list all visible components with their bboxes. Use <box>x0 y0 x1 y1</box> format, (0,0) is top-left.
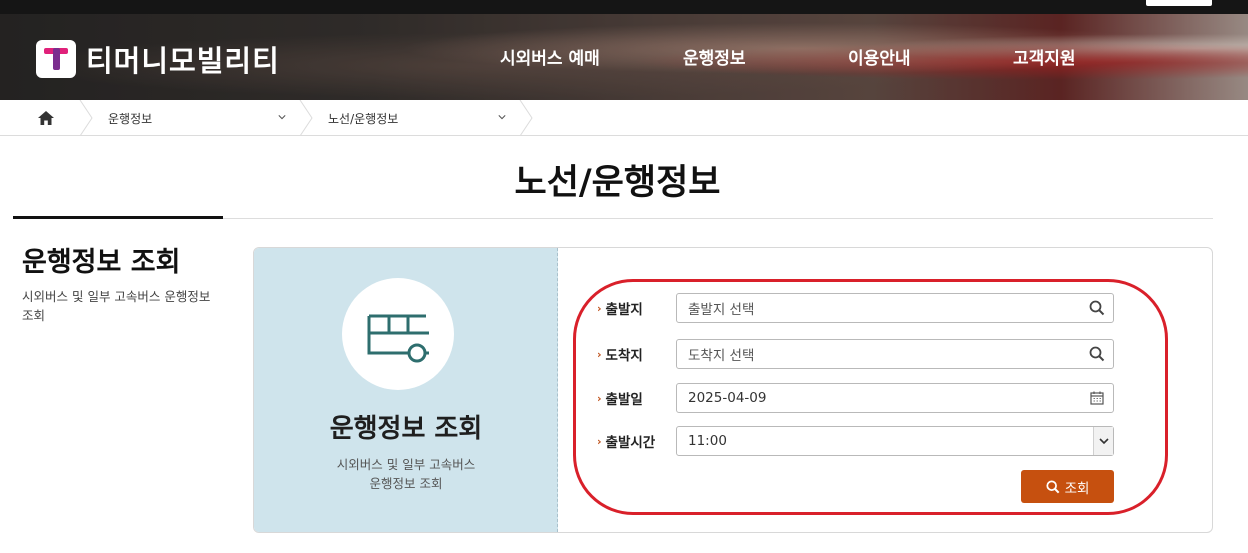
time-label-text: 출발시간 <box>605 435 656 451</box>
bus-icon <box>367 314 429 363</box>
departure-label: › 출발지 <box>597 298 677 319</box>
home-icon <box>38 111 54 125</box>
search-submit-button[interactable]: 조회 <box>1021 470 1114 503</box>
breadcrumb-home[interactable] <box>14 100 78 136</box>
time-value: 11:00 <box>688 433 727 449</box>
utility-button[interactable] <box>1146 0 1212 6</box>
site-header: 티머니모빌리티 시외버스 예매 운행정보 이용안내 고객지원 <box>0 14 1248 100</box>
breadcrumb-separator <box>299 100 313 136</box>
time-select-toggle[interactable] <box>1093 427 1113 455</box>
section-description: 시외버스 및 일부 고속버스 운행정보 조회 <box>22 289 211 323</box>
nav-item-customer-support[interactable]: 고객지원 <box>1013 44 1076 69</box>
bullet-arrow-icon: › <box>597 434 602 448</box>
panel-description-line: 운행정보 조회 <box>369 476 443 491</box>
bullet-arrow-icon: › <box>597 347 602 361</box>
main-nav: 시외버스 예매 운행정보 이용안내 고객지원 <box>0 14 1248 100</box>
date-row: › 출발일 <box>597 383 677 413</box>
date-input[interactable]: 2025-04-09 <box>676 383 1114 413</box>
divider-accent <box>13 216 223 219</box>
calendar-icon[interactable] <box>1089 390 1105 406</box>
panel-title: 운행정보 조회 <box>329 414 483 444</box>
time-select[interactable]: 11:00 <box>676 426 1114 456</box>
search-submit-label: 조회 <box>1064 480 1090 497</box>
arrival-input[interactable]: 도착지 선택 <box>676 339 1114 369</box>
bullet-arrow-icon: › <box>597 301 602 315</box>
bullet-arrow-icon: › <box>597 391 602 405</box>
search-icon[interactable] <box>1089 300 1105 316</box>
arrival-label-text: 도착지 <box>605 348 643 364</box>
time-row: › 출발시간 <box>597 426 677 456</box>
arrival-placeholder: 도착지 선택 <box>688 348 755 364</box>
time-label: › 출발시간 <box>597 431 677 452</box>
date-label: › 출발일 <box>597 388 677 409</box>
chevron-down-icon <box>498 115 506 120</box>
breadcrumb: 운행정보 노선/운행정보 <box>0 100 1248 136</box>
arrival-row: › 도착지 <box>597 339 677 369</box>
chevron-down-icon <box>278 115 286 120</box>
breadcrumb-label: 운행정보 <box>108 111 153 126</box>
panel-description-line: 시외버스 및 일부 고속버스 <box>336 457 476 472</box>
departure-input[interactable]: 출발지 선택 <box>676 293 1114 323</box>
bus-icon-circle <box>342 278 454 390</box>
top-utility-bar <box>0 0 1248 14</box>
breadcrumb-item-route-info[interactable]: 노선/운행정보 <box>328 100 518 136</box>
chevron-down-icon <box>1098 438 1109 445</box>
departure-label-text: 출발지 <box>605 302 643 318</box>
breadcrumb-separator <box>519 100 533 136</box>
departure-row: › 출발지 <box>597 293 677 323</box>
breadcrumb-separator <box>79 100 93 136</box>
date-value: 2025-04-09 <box>688 390 767 406</box>
section-title: 운행정보 조회 <box>22 247 181 278</box>
breadcrumb-label: 노선/운행정보 <box>328 111 399 126</box>
search-panel: 운행정보 조회 시외버스 및 일부 고속버스 운행정보 조회 › 출발지 출발지… <box>253 247 1213 533</box>
search-icon[interactable] <box>1089 346 1105 362</box>
arrival-label: › 도착지 <box>597 344 677 365</box>
nav-item-intercity-booking[interactable]: 시외버스 예매 <box>500 44 600 69</box>
page-title: 노선/운행정보 <box>514 163 721 203</box>
panel-intro: 운행정보 조회 시외버스 및 일부 고속버스 운행정보 조회 <box>254 248 558 532</box>
breadcrumb-item-operation-info[interactable]: 운행정보 <box>108 100 298 136</box>
nav-item-operation-info[interactable]: 운행정보 <box>683 44 746 69</box>
nav-item-usage-guide[interactable]: 이용안내 <box>848 44 911 69</box>
search-icon <box>1046 479 1060 493</box>
departure-placeholder: 출발지 선택 <box>688 302 755 318</box>
panel-description: 시외버스 및 일부 고속버스 운행정보 조회 <box>254 455 558 493</box>
date-label-text: 출발일 <box>605 392 643 408</box>
